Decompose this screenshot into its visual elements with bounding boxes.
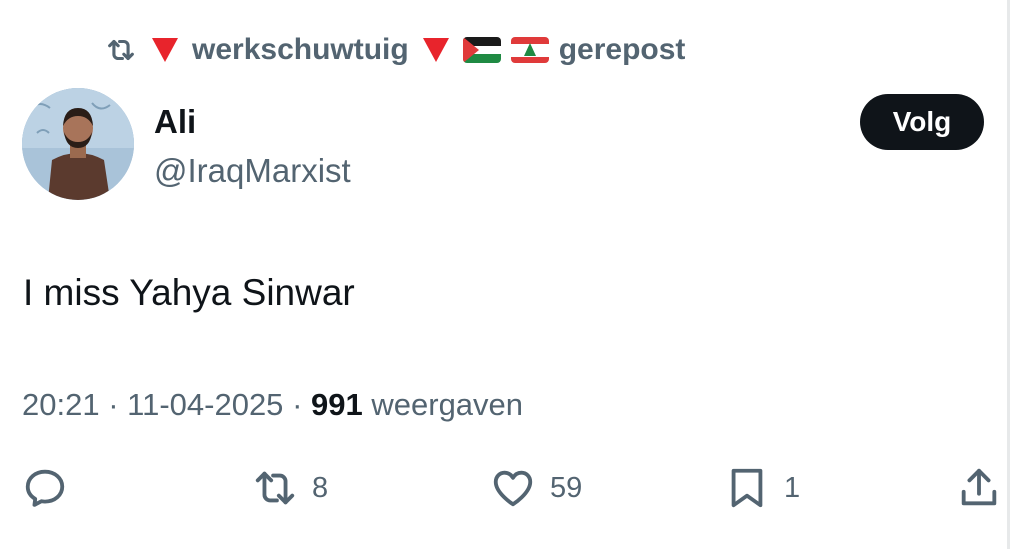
tweet-time[interactable]: 20:21 [22,387,100,422]
like-button[interactable]: 59 [490,465,582,511]
tweet-page: werkschuwtuig gerepost Ali @IraqMarxist … [0,0,1024,549]
palestine-flag-icon [462,37,501,63]
tweet-text: I miss Yahya Sinwar [23,272,355,313]
repost-icon [255,471,295,505]
column-border [1007,0,1010,549]
bookmark-icon [731,468,763,508]
bookmark-count: 1 [784,471,801,504]
red-triangle-emoji [152,38,178,62]
author-handle[interactable]: @IraqMarxist [154,152,351,190]
tweet-date[interactable]: 11-04-2025 [127,387,283,422]
repost-count: 8 [312,471,329,504]
red-triangle-emoji [422,38,449,62]
bookmark-button[interactable]: 1 [724,465,800,511]
reply-button[interactable] [22,465,68,511]
author-name[interactable]: Ali [154,103,196,141]
follow-button[interactable]: Volg [860,94,984,150]
share-icon [961,468,997,506]
reply-icon [25,469,65,507]
meta-separator: · [292,387,303,422]
view-count: 991 [311,387,363,422]
repost-icon [104,33,138,67]
like-count: 59 [550,471,583,504]
share-button[interactable] [956,465,1002,511]
meta-separator: · [108,387,119,422]
repost-button[interactable]: 8 [252,465,328,511]
reposter-name[interactable]: werkschuwtuig [192,33,409,67]
lebanon-flag-icon [510,37,549,63]
repost-action-label: gerepost [558,33,686,66]
avatar[interactable] [22,88,134,200]
repost-context[interactable]: werkschuwtuig gerepost [104,30,685,70]
tweet-meta: 20:21 · 11-04-2025 · 991 weergaven [22,387,523,423]
view-label: weergaven [371,387,524,422]
heart-icon [493,470,533,507]
